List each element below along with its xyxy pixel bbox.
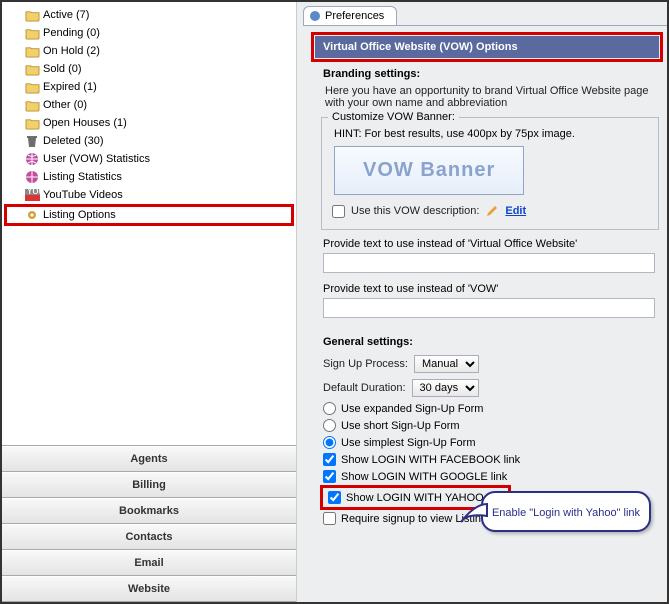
folder-icon — [24, 7, 40, 23]
folder-icon — [24, 25, 40, 41]
tree-label: Listing Statistics — [43, 171, 122, 183]
tab-preferences[interactable]: Preferences — [303, 6, 397, 25]
tree-item-other[interactable]: Other (0) — [4, 96, 294, 114]
use-vow-description-label: Use this VOW description: — [351, 205, 479, 217]
folder-icon — [24, 97, 40, 113]
nav-billing[interactable]: Billing — [2, 472, 296, 498]
tree-item-user-vow-stats[interactable]: User (VOW) Statistics — [4, 150, 294, 168]
tree-item-onhold[interactable]: On Hold (2) — [4, 42, 294, 60]
banner-hint: HINT: For best results, use 400px by 75p… — [334, 128, 652, 140]
general-title: General settings: — [319, 334, 663, 350]
tree-label: Listing Options — [43, 209, 116, 221]
tree-item-deleted[interactable]: Deleted (30) — [4, 132, 294, 150]
tab-label: Preferences — [325, 10, 384, 22]
callout-bubble: Enable "Login with Yahoo" link — [481, 491, 651, 532]
edit-link[interactable]: Edit — [505, 205, 526, 217]
provide-text-1-input[interactable] — [323, 253, 655, 273]
tree-label: Sold (0) — [43, 63, 82, 75]
left-panel: Active (7) Pending (0) On Hold (2) Sold … — [2, 2, 297, 602]
default-duration-label: Default Duration: — [323, 382, 406, 394]
right-panel: Preferences Virtual Office Website (VOW)… — [297, 2, 667, 602]
tree-item-sold[interactable]: Sold (0) — [4, 60, 294, 78]
tree-label: Deleted (30) — [43, 135, 104, 147]
tree-item-active[interactable]: Active (7) — [4, 6, 294, 24]
nav-website[interactable]: Website — [2, 576, 296, 602]
customize-banner-fieldset: Customize VOW Banner: HINT: For best res… — [321, 117, 659, 230]
nav-buttons: Agents Billing Bookmarks Contacts Email … — [2, 445, 296, 602]
fieldset-legend: Customize VOW Banner: — [328, 111, 459, 123]
check-google-label: Show LOGIN WITH GOOGLE link — [341, 471, 507, 483]
tree-label: Other (0) — [43, 99, 87, 111]
signup-process-label: Sign Up Process: — [323, 358, 408, 370]
tree-item-youtube[interactable]: You YouTube Videos — [4, 186, 294, 204]
radio-simplest-label: Use simplest Sign-Up Form — [341, 437, 475, 449]
tree-label: On Hold (2) — [43, 45, 100, 57]
check-yahoo-login[interactable] — [328, 491, 341, 504]
vow-banner-button[interactable]: VOW Banner — [334, 146, 524, 195]
check-require-signup[interactable] — [323, 512, 336, 525]
tree-label: YouTube Videos — [43, 189, 123, 201]
tree-item-expired[interactable]: Expired (1) — [4, 78, 294, 96]
tree-label: User (VOW) Statistics — [43, 153, 150, 165]
section-header-highlight: Virtual Office Website (VOW) Options — [311, 32, 663, 62]
globe-icon — [24, 151, 40, 167]
folder-icon — [24, 43, 40, 59]
folder-icon — [24, 115, 40, 131]
callout-tail-icon — [459, 496, 489, 524]
branding-title: Branding settings: — [319, 66, 663, 82]
default-duration-select[interactable]: 30 days — [412, 379, 479, 397]
use-vow-description-checkbox[interactable] — [332, 205, 345, 218]
folder-icon — [24, 61, 40, 77]
trash-icon — [24, 133, 40, 149]
radio-expanded-signup[interactable] — [323, 402, 336, 415]
provide-text-1-label: Provide text to use instead of 'Virtual … — [323, 238, 655, 250]
tree-label: Open Houses (1) — [43, 117, 127, 129]
provide-text-2-label: Provide text to use instead of 'VOW' — [323, 283, 655, 295]
tree-item-listing-options[interactable]: Listing Options — [4, 204, 294, 226]
nav-email[interactable]: Email — [2, 550, 296, 576]
tree-item-listing-stats[interactable]: Listing Statistics — [4, 168, 294, 186]
tree-label: Active (7) — [43, 9, 89, 21]
section-header: Virtual Office Website (VOW) Options — [315, 36, 659, 58]
tree-label: Expired (1) — [43, 81, 97, 93]
callout-text: Enable "Login with Yahoo" link — [492, 507, 640, 519]
tree-label: Pending (0) — [43, 27, 100, 39]
radio-simplest-signup[interactable] — [323, 436, 336, 449]
folder-icon — [24, 79, 40, 95]
banner-text: VOW Banner — [363, 159, 495, 181]
check-facebook-label: Show LOGIN WITH FACEBOOK link — [341, 454, 520, 466]
tree-view: Active (7) Pending (0) On Hold (2) Sold … — [2, 2, 296, 445]
radio-short-signup[interactable] — [323, 419, 336, 432]
nav-contacts[interactable]: Contacts — [2, 524, 296, 550]
tree-item-pending[interactable]: Pending (0) — [4, 24, 294, 42]
use-description-row: Use this VOW description: Edit — [328, 201, 652, 221]
check-facebook-login[interactable] — [323, 453, 336, 466]
gear-icon — [24, 207, 40, 223]
tab-dot-icon — [310, 11, 320, 21]
nav-bookmarks[interactable]: Bookmarks — [2, 498, 296, 524]
svg-text:You: You — [26, 189, 40, 197]
radio-expanded-label: Use expanded Sign-Up Form — [341, 403, 483, 415]
radio-short-label: Use short Sign-Up Form — [341, 420, 460, 432]
nav-agents[interactable]: Agents — [2, 446, 296, 472]
signup-process-select[interactable]: Manual — [414, 355, 479, 373]
youtube-icon: You — [24, 187, 40, 203]
provide-text-2-input[interactable] — [323, 298, 655, 318]
globe-icon — [24, 169, 40, 185]
pencil-icon — [485, 204, 499, 218]
tree-item-openhouses[interactable]: Open Houses (1) — [4, 114, 294, 132]
check-google-login[interactable] — [323, 470, 336, 483]
